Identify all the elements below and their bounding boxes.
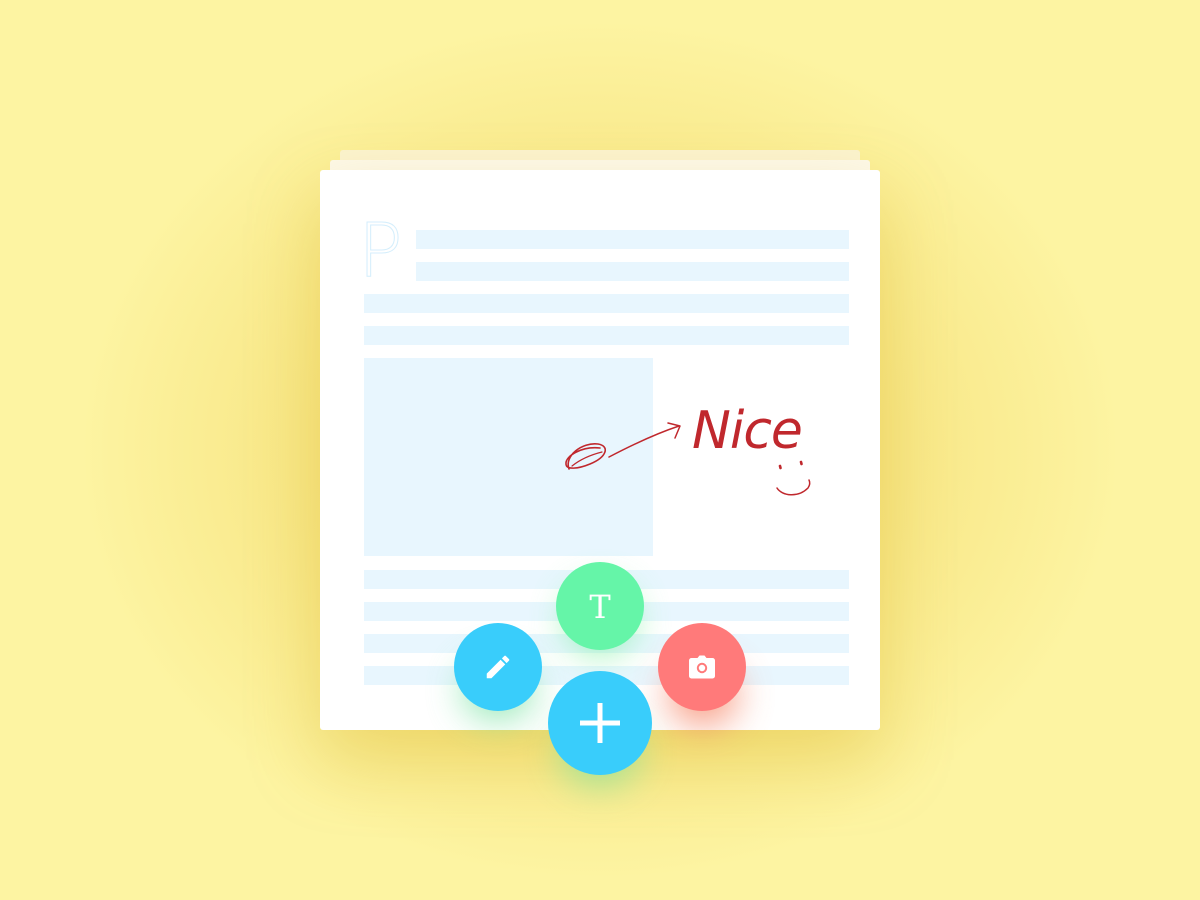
text-line-placeholder bbox=[416, 262, 849, 281]
pencil-icon bbox=[486, 655, 510, 679]
draw-button[interactable] bbox=[454, 623, 542, 711]
add-button[interactable] bbox=[548, 671, 652, 775]
text-icon: T bbox=[589, 588, 611, 626]
drop-cap: P bbox=[358, 208, 404, 294]
image-placeholder bbox=[364, 358, 653, 556]
add-text-button[interactable]: T bbox=[556, 562, 644, 650]
text-line-placeholder bbox=[364, 294, 849, 313]
plus-icon bbox=[580, 703, 620, 743]
camera-icon bbox=[689, 655, 715, 679]
text-line-placeholder bbox=[364, 326, 849, 345]
add-photo-button[interactable] bbox=[658, 623, 746, 711]
annotation-text: Nice bbox=[692, 401, 802, 461]
text-line-placeholder bbox=[416, 230, 849, 249]
